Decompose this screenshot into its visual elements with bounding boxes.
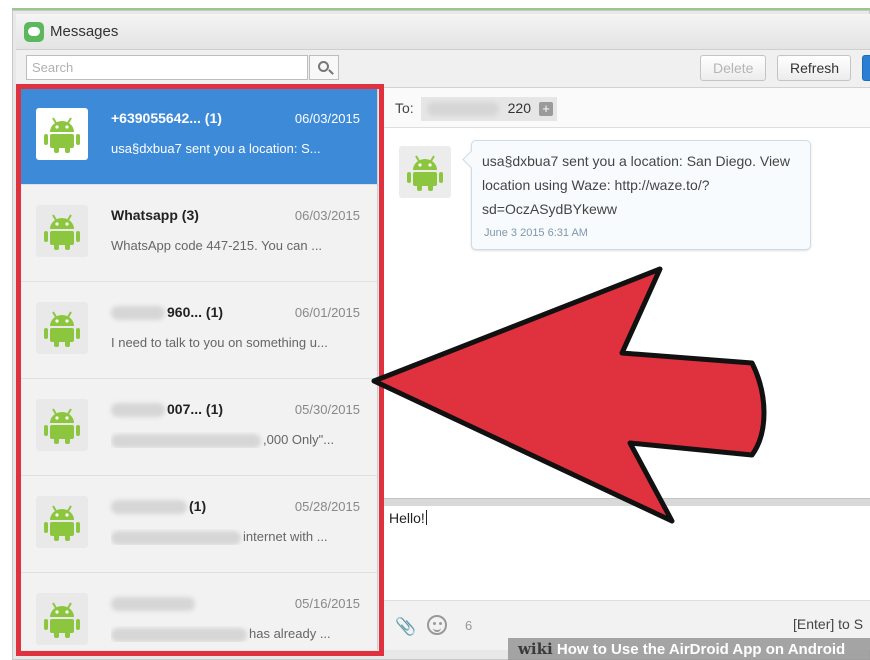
refresh-button[interactable]: Refresh xyxy=(777,55,851,81)
delete-button[interactable]: Delete xyxy=(700,55,766,81)
emoji-icon[interactable] xyxy=(427,615,447,635)
redacted-text xyxy=(111,306,165,321)
conversation-date: 06/03/2015 xyxy=(294,208,360,223)
redacted-text xyxy=(111,433,261,448)
message-text: usa§dxbua7 sent you a location: San Dieg… xyxy=(482,153,790,217)
new-message-button[interactable] xyxy=(862,55,870,81)
conversation-preview: has already ... xyxy=(111,626,351,642)
wikihow-watermark: wiki How to Use the AirDroid App on Andr… xyxy=(508,638,870,660)
android-avatar-icon xyxy=(44,214,80,250)
conversation-item[interactable]: 05/16/2015 has already ... xyxy=(16,573,377,650)
conversation-sender: Whatsapp (3) xyxy=(111,207,199,223)
avatar xyxy=(36,108,88,160)
search-input[interactable]: Search xyxy=(26,55,308,80)
redacted-text xyxy=(427,102,499,116)
conversation-item[interactable]: Whatsapp (3) 06/03/2015 WhatsApp code 44… xyxy=(16,185,377,282)
attachment-icon[interactable]: 📎 xyxy=(395,617,416,637)
conversation-item[interactable]: (1) 05/28/2015 internet with ... xyxy=(16,476,377,573)
conversation-date: 06/03/2015 xyxy=(294,111,360,126)
conversation-sender xyxy=(111,595,197,612)
conversation-preview-text: has already ... xyxy=(249,626,331,641)
window-title: Messages xyxy=(50,23,119,40)
conversation-sender: 960... (1) xyxy=(111,304,224,321)
compose-text: Hello! xyxy=(389,510,425,526)
conversation-sender-text: (1) xyxy=(189,498,207,514)
compose-textarea[interactable]: Hello! xyxy=(379,506,870,600)
messages-app-icon xyxy=(24,22,44,42)
conversation-date: 05/28/2015 xyxy=(294,499,360,514)
avatar xyxy=(36,205,88,257)
android-avatar-icon xyxy=(44,408,80,444)
redacted-text xyxy=(111,500,187,515)
avatar xyxy=(36,399,88,451)
character-count: 6 xyxy=(465,618,473,633)
conversation-date: 05/16/2015 xyxy=(294,596,360,611)
conversation-panel: To: 220 + usa§dxbua7 sent you a location… xyxy=(379,88,870,498)
toolbar: Search Delete Refresh xyxy=(16,50,870,88)
conversation-preview: I need to talk to you on something u... xyxy=(111,335,328,350)
android-avatar-icon xyxy=(44,117,80,153)
avatar xyxy=(36,593,88,645)
conversation-date: 06/01/2015 xyxy=(294,305,360,320)
conversation-preview: usa§dxbua7 sent you a location: S... xyxy=(111,141,321,156)
conversation-sender-text: 007... (1) xyxy=(167,401,224,417)
add-recipient-icon[interactable]: + xyxy=(539,102,553,116)
avatar xyxy=(36,302,88,354)
recipient-field[interactable]: 220 xyxy=(421,97,557,121)
conversation-sender: (1) xyxy=(111,498,207,515)
search-button[interactable] xyxy=(309,55,339,80)
android-avatar-icon xyxy=(44,602,80,638)
watermark-brand: wiki xyxy=(518,640,553,658)
conversation-item[interactable]: 007... (1) 05/30/2015 ,000 Only"... xyxy=(16,379,377,476)
conversation-preview: ,000 Only"... xyxy=(111,432,351,448)
conversation-preview-text: ,000 Only"... xyxy=(263,432,335,447)
conversation-item[interactable]: 960... (1) 06/01/2015 I need to talk to … xyxy=(16,282,377,379)
title-bar: Messages xyxy=(16,14,870,50)
android-avatar-icon xyxy=(407,155,443,191)
compose-divider[interactable] xyxy=(379,498,870,506)
conversation-sender-text: 960... (1) xyxy=(167,304,224,320)
conversation-item[interactable]: +639055642... (1) 06/03/2015 usa§dxbua7 … xyxy=(16,88,377,185)
redacted-text xyxy=(111,403,165,418)
message-avatar xyxy=(399,146,451,198)
android-avatar-icon xyxy=(44,311,80,347)
conversation-date: 05/30/2015 xyxy=(294,402,360,417)
redacted-text xyxy=(111,597,195,612)
android-avatar-icon xyxy=(44,505,80,541)
conversation-preview: internet with ... xyxy=(111,529,351,545)
redacted-text xyxy=(111,627,247,642)
recipient-value: 220 xyxy=(507,100,531,116)
message-bubble: usa§dxbua7 sent you a location: San Dieg… xyxy=(471,140,811,250)
message-timestamp: June 3 2015 6:31 AM xyxy=(484,227,588,239)
conversation-sender: 007... (1) xyxy=(111,401,224,418)
conversation-preview-text: internet with ... xyxy=(243,529,328,544)
watermark-text: How to Use the AirDroid App on Android xyxy=(556,641,846,658)
avatar xyxy=(36,496,88,548)
conversation-list: +639055642... (1) 06/03/2015 usa§dxbua7 … xyxy=(16,88,378,650)
to-label: To: xyxy=(395,100,414,116)
recipient-bar: To: 220 + xyxy=(379,88,870,128)
conversation-preview: WhatsApp code 447-215. You can ... xyxy=(111,238,323,253)
send-hint: [Enter] to S xyxy=(793,616,864,632)
redacted-text xyxy=(111,530,241,545)
conversation-sender: +639055642... (1) xyxy=(111,110,222,126)
